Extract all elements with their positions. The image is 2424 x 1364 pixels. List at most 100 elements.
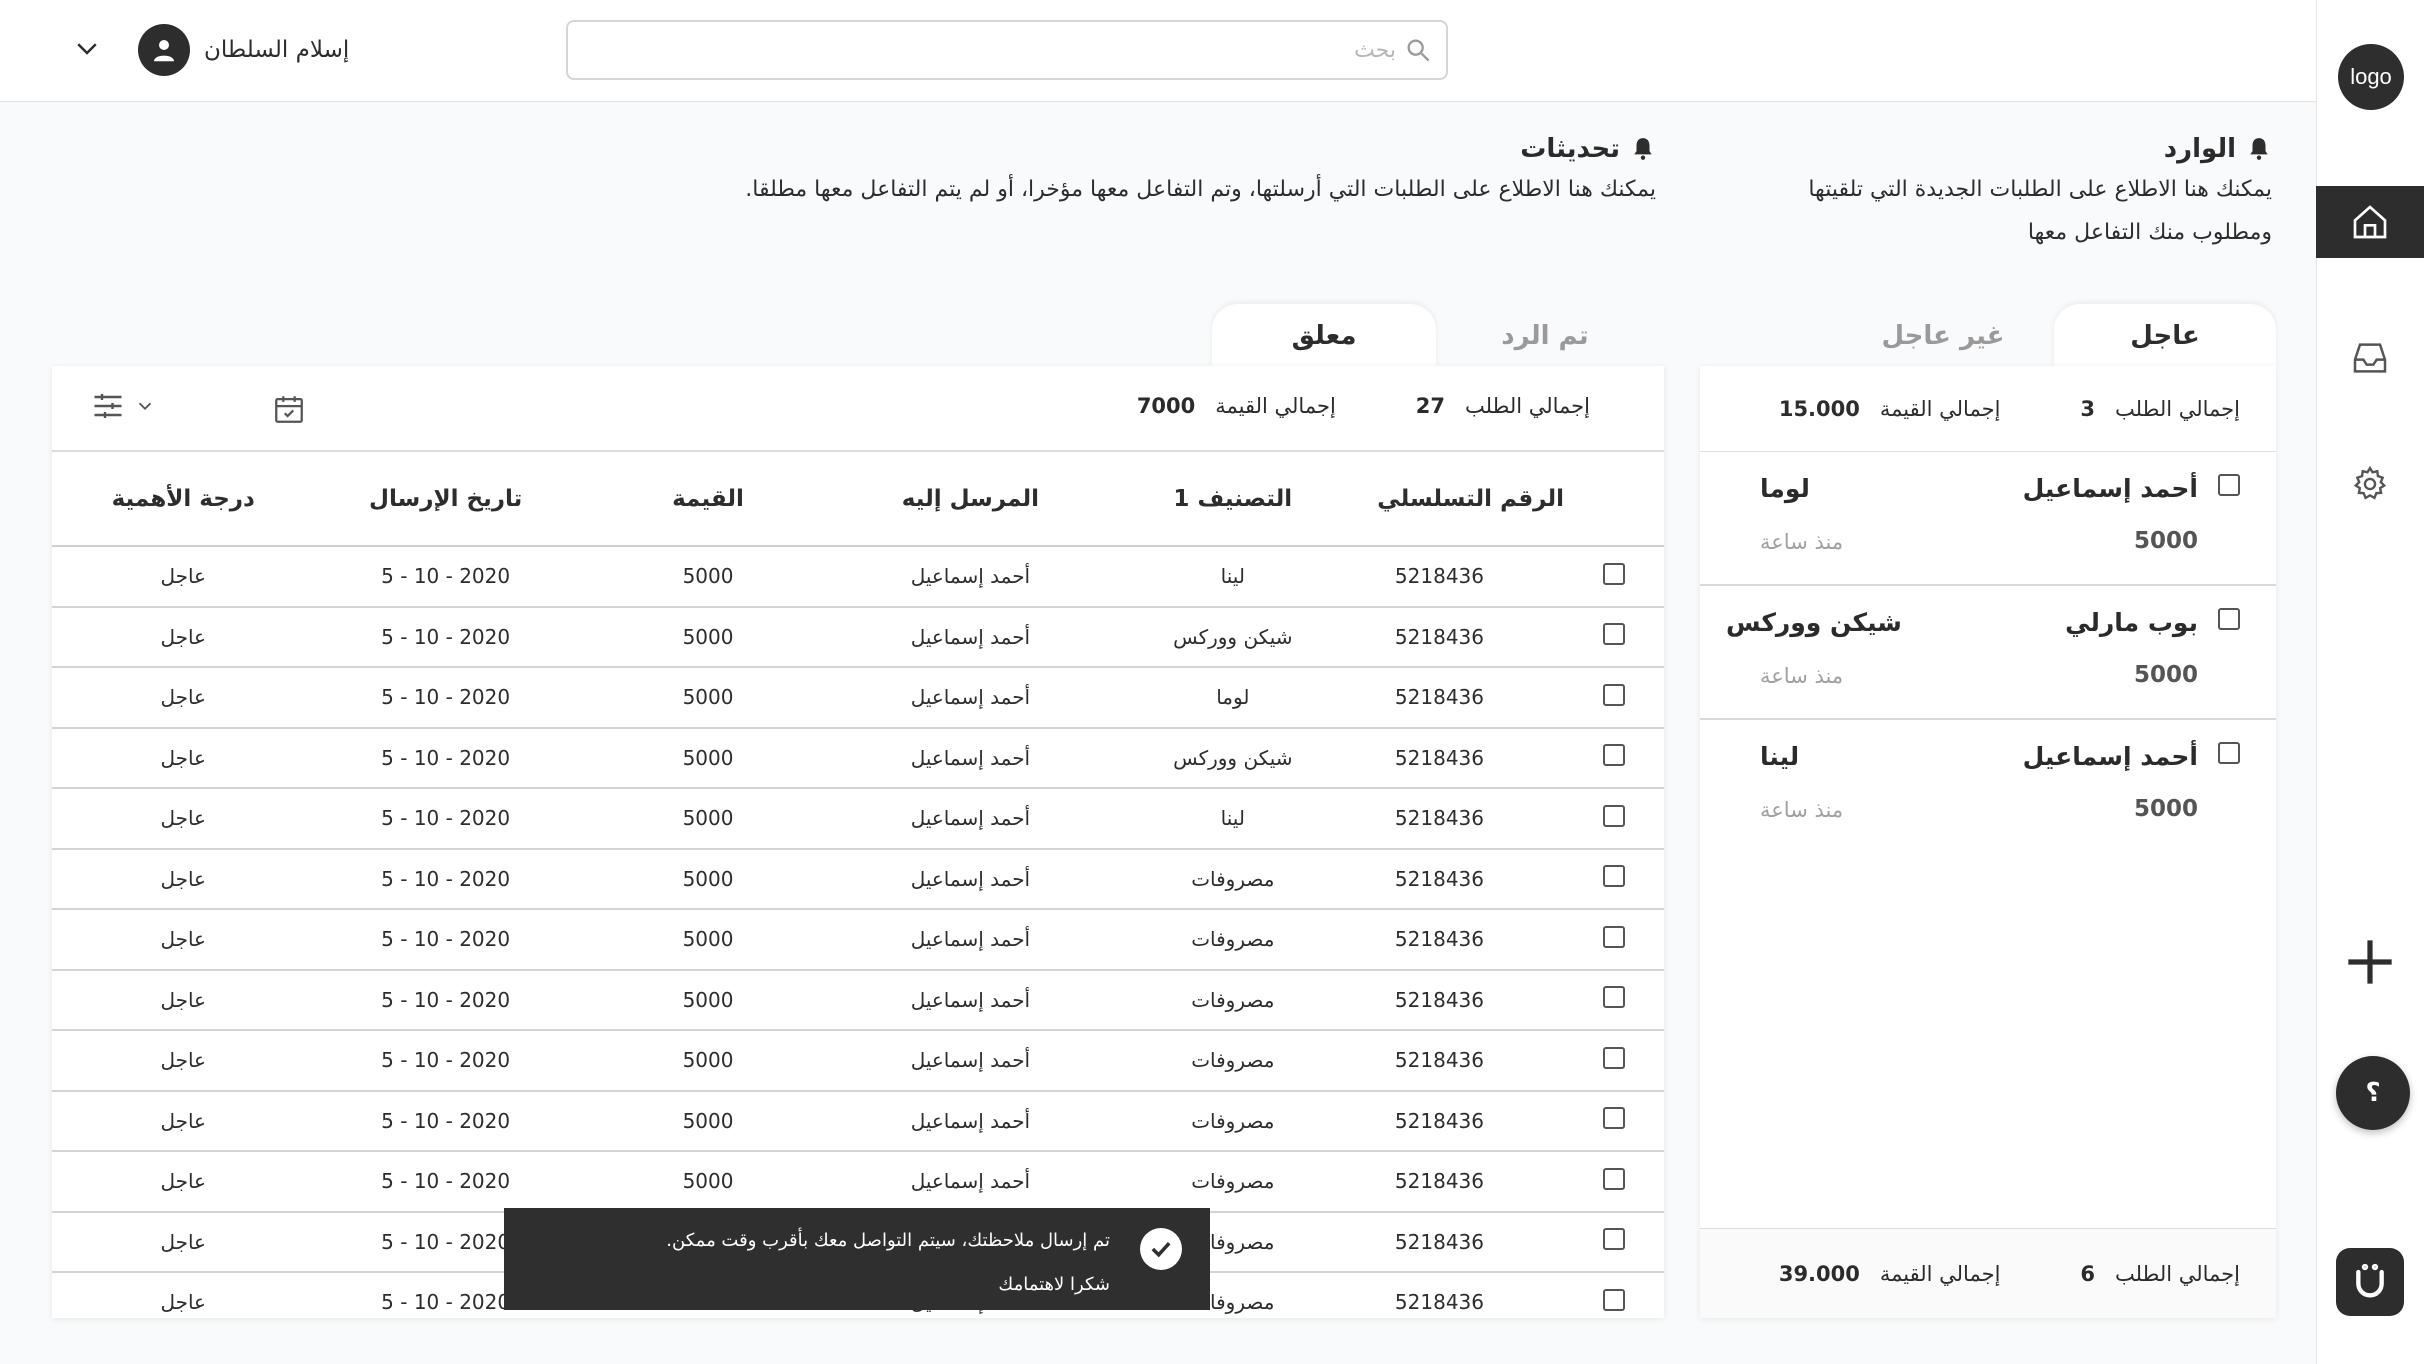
card-checkbox[interactable] (2218, 742, 2240, 768)
column-header[interactable]: القيمة (576, 452, 840, 547)
column-header[interactable]: الرقم التسلسلي (1364, 452, 1564, 547)
nav-inbox[interactable] (2344, 332, 2396, 384)
tab-not-urgent[interactable]: غير عاجل (1836, 304, 2050, 368)
cell-recipient: أحمد إسماعيل (839, 606, 1102, 668)
cell-date: 2020 - 10 - 5 (314, 1030, 577, 1092)
cell-date: 2020 - 10 - 5 (314, 1151, 577, 1213)
table-row[interactable]: 5218436مصروفاتأحمد إسماعيل50002020 - 10 … (52, 1151, 1664, 1213)
cell-recipient: أحمد إسماعيل (839, 727, 1102, 789)
card-sender: أحمد إسماعيل (2022, 742, 2198, 771)
help-button[interactable]: ؟ (2336, 1056, 2410, 1130)
cell-priority: عاجل (52, 1090, 315, 1152)
toast-notification: تم إرسال ملاحظتك، سيتم التواصل معك بأقرب… (504, 1208, 1210, 1310)
row-checkbox[interactable] (1564, 1090, 1664, 1152)
footer-requests-value: 6 (2080, 1261, 2096, 1286)
table-row[interactable]: 5218436مصروفاتأحمد إسماعيل50002020 - 10 … (52, 909, 1664, 971)
cell-category: لوما (1101, 667, 1364, 729)
cell-recipient: أحمد إسماعيل (839, 788, 1102, 850)
chevron-down-icon[interactable] (134, 395, 156, 421)
total-value-value: 15.000 (1778, 396, 1860, 421)
inbox-card[interactable]: أحمد إسماعيل لوما 5000 منذ ساعة (1700, 452, 2276, 586)
sliders-icon (94, 394, 122, 418)
search-box[interactable] (566, 20, 1448, 80)
row-checkbox[interactable] (1564, 788, 1664, 850)
brand-icon (2356, 1263, 2384, 1298)
footer-value-value: 39.000 (1778, 1261, 1860, 1286)
row-checkbox[interactable] (1564, 1151, 1664, 1213)
total-requests-label: إجمالي الطلب (1465, 394, 1590, 418)
home-icon (2353, 205, 2387, 239)
brand-logo[interactable] (2336, 1248, 2404, 1316)
row-checkbox[interactable] (1564, 848, 1664, 910)
table-row[interactable]: 5218436 لينا أحمد إسماعيل 5000 2020 - 10 - 5… (52, 546, 1664, 608)
row-checkbox[interactable] (1564, 606, 1664, 668)
table-header-row: الرقم التسلسلي التصنيف 1 المرسل إليه الق… (52, 452, 1664, 547)
table-row[interactable]: 5218436مصروفاتأحمد إسماعيل50002020 - 10 … (52, 969, 1664, 1031)
chevron-down-icon[interactable] (72, 33, 102, 67)
footer-requests-label: إجمالي الطلب (2115, 1261, 2240, 1286)
cell-serial: 5218436 (1364, 727, 1564, 789)
column-header[interactable]: تاريخ الإرسال (314, 452, 577, 547)
total-requests-value: 27 (1415, 394, 1446, 418)
table-row[interactable]: 5218436 لوما أحمد إسماعيل 5000 2020 - 10 - 5… (52, 667, 1664, 729)
column-header[interactable]: درجة الأهمية (52, 452, 315, 547)
calendar-button[interactable] (272, 392, 306, 430)
inbox-card[interactable]: أحمد إسماعيل لينا 5000 منذ ساعة (1700, 720, 2276, 854)
inbox-footer: إجمالي الطلب 6 إجمالي القيمة 39.000 (1700, 1228, 2276, 1318)
column-header[interactable]: المرسل إليه (839, 452, 1102, 547)
table-row[interactable]: 5218436 شيكن ووركس أحمد إسماعيل 5000 2020 - … (52, 727, 1664, 789)
table-row[interactable]: 5218436مصروفاتأحمد إسماعيل50002020 - 10 … (52, 848, 1664, 910)
card-time: منذ ساعة (1760, 664, 1844, 688)
cell-date: 2020 - 10 - 5 (314, 546, 577, 608)
cell-value: 5000 (576, 909, 840, 971)
table-row[interactable]: 5218436مصروفاتأحمد إسماعيل50002020 - 10 … (52, 1090, 1664, 1152)
user-menu[interactable]: إسلام السلطان (72, 22, 349, 78)
row-checkbox[interactable] (1564, 969, 1664, 1031)
row-checkbox[interactable] (1564, 1211, 1664, 1273)
row-checkbox[interactable] (1564, 1030, 1664, 1092)
cell-priority: عاجل (52, 546, 315, 608)
inbox-card[interactable]: بوب مارلي شيكن ووركس 5000 منذ ساعة (1700, 586, 2276, 720)
table-row[interactable]: 5218436 لينا أحمد إسماعيل 5000 2020 - 10 - 5… (52, 788, 1664, 850)
row-checkbox[interactable] (1564, 727, 1664, 789)
card-sender: بوب مارلي (2065, 608, 2198, 637)
cell-recipient: أحمد إسماعيل (839, 1151, 1102, 1213)
cell-recipient: أحمد إسماعيل (839, 1090, 1102, 1152)
cell-value: 5000 (576, 1090, 840, 1152)
card-time: منذ ساعة (1760, 530, 1844, 554)
cell-category: مصروفات (1101, 909, 1364, 971)
cell-value: 5000 (576, 1151, 840, 1213)
card-checkbox[interactable] (2218, 608, 2240, 634)
inbox-header: الوارد يمكنك هنا الاطلاع على الطلبات الج… (1712, 134, 2272, 254)
tab-replied[interactable]: تم الرد (1440, 304, 1650, 368)
card-checkbox[interactable] (2218, 474, 2240, 500)
cell-serial: 5218436 (1364, 606, 1564, 668)
table-row[interactable]: 5218436 شيكن ووركس أحمد إسماعيل 5000 2020 - … (52, 606, 1664, 668)
column-header[interactable]: التصنيف 1 (1101, 452, 1364, 547)
cell-value: 5000 (576, 606, 840, 668)
app-logo[interactable]: logo (2338, 44, 2404, 110)
total-value-label: إجمالي القيمة (1215, 394, 1336, 418)
row-checkbox[interactable] (1564, 667, 1664, 729)
nav-home[interactable] (2316, 186, 2424, 258)
cell-priority: عاجل (52, 788, 315, 850)
nav-settings[interactable] (2344, 458, 2396, 510)
cell-serial: 5218436 (1364, 848, 1564, 910)
row-checkbox[interactable] (1564, 1272, 1664, 1318)
filter-button[interactable] (90, 388, 126, 428)
row-checkbox[interactable] (1564, 546, 1664, 608)
inbox-summary: إجمالي الطلب 3 إجمالي القيمة 15.000 (1700, 366, 2276, 452)
card-value: 5000 (2133, 528, 2198, 554)
bell-icon (2250, 138, 2268, 160)
updates-description: يمكنك هنا الاطلاع على الطلبات التي أرسلت… (745, 177, 1656, 202)
row-checkbox[interactable] (1564, 909, 1664, 971)
add-button[interactable] (2344, 936, 2396, 988)
tab-urgent[interactable]: عاجل (2054, 304, 2276, 368)
table-row[interactable]: 5218436مصروفاتأحمد إسماعيل50002020 - 10 … (52, 1030, 1664, 1092)
cell-category: شيكن ووركس (1101, 727, 1364, 789)
cell-priority: عاجل (52, 848, 315, 910)
cell-category: مصروفات (1101, 1030, 1364, 1092)
inbox-icon (2353, 343, 2387, 373)
tab-pending[interactable]: معلق (1212, 304, 1436, 368)
search-input[interactable] (696, 37, 1396, 63)
